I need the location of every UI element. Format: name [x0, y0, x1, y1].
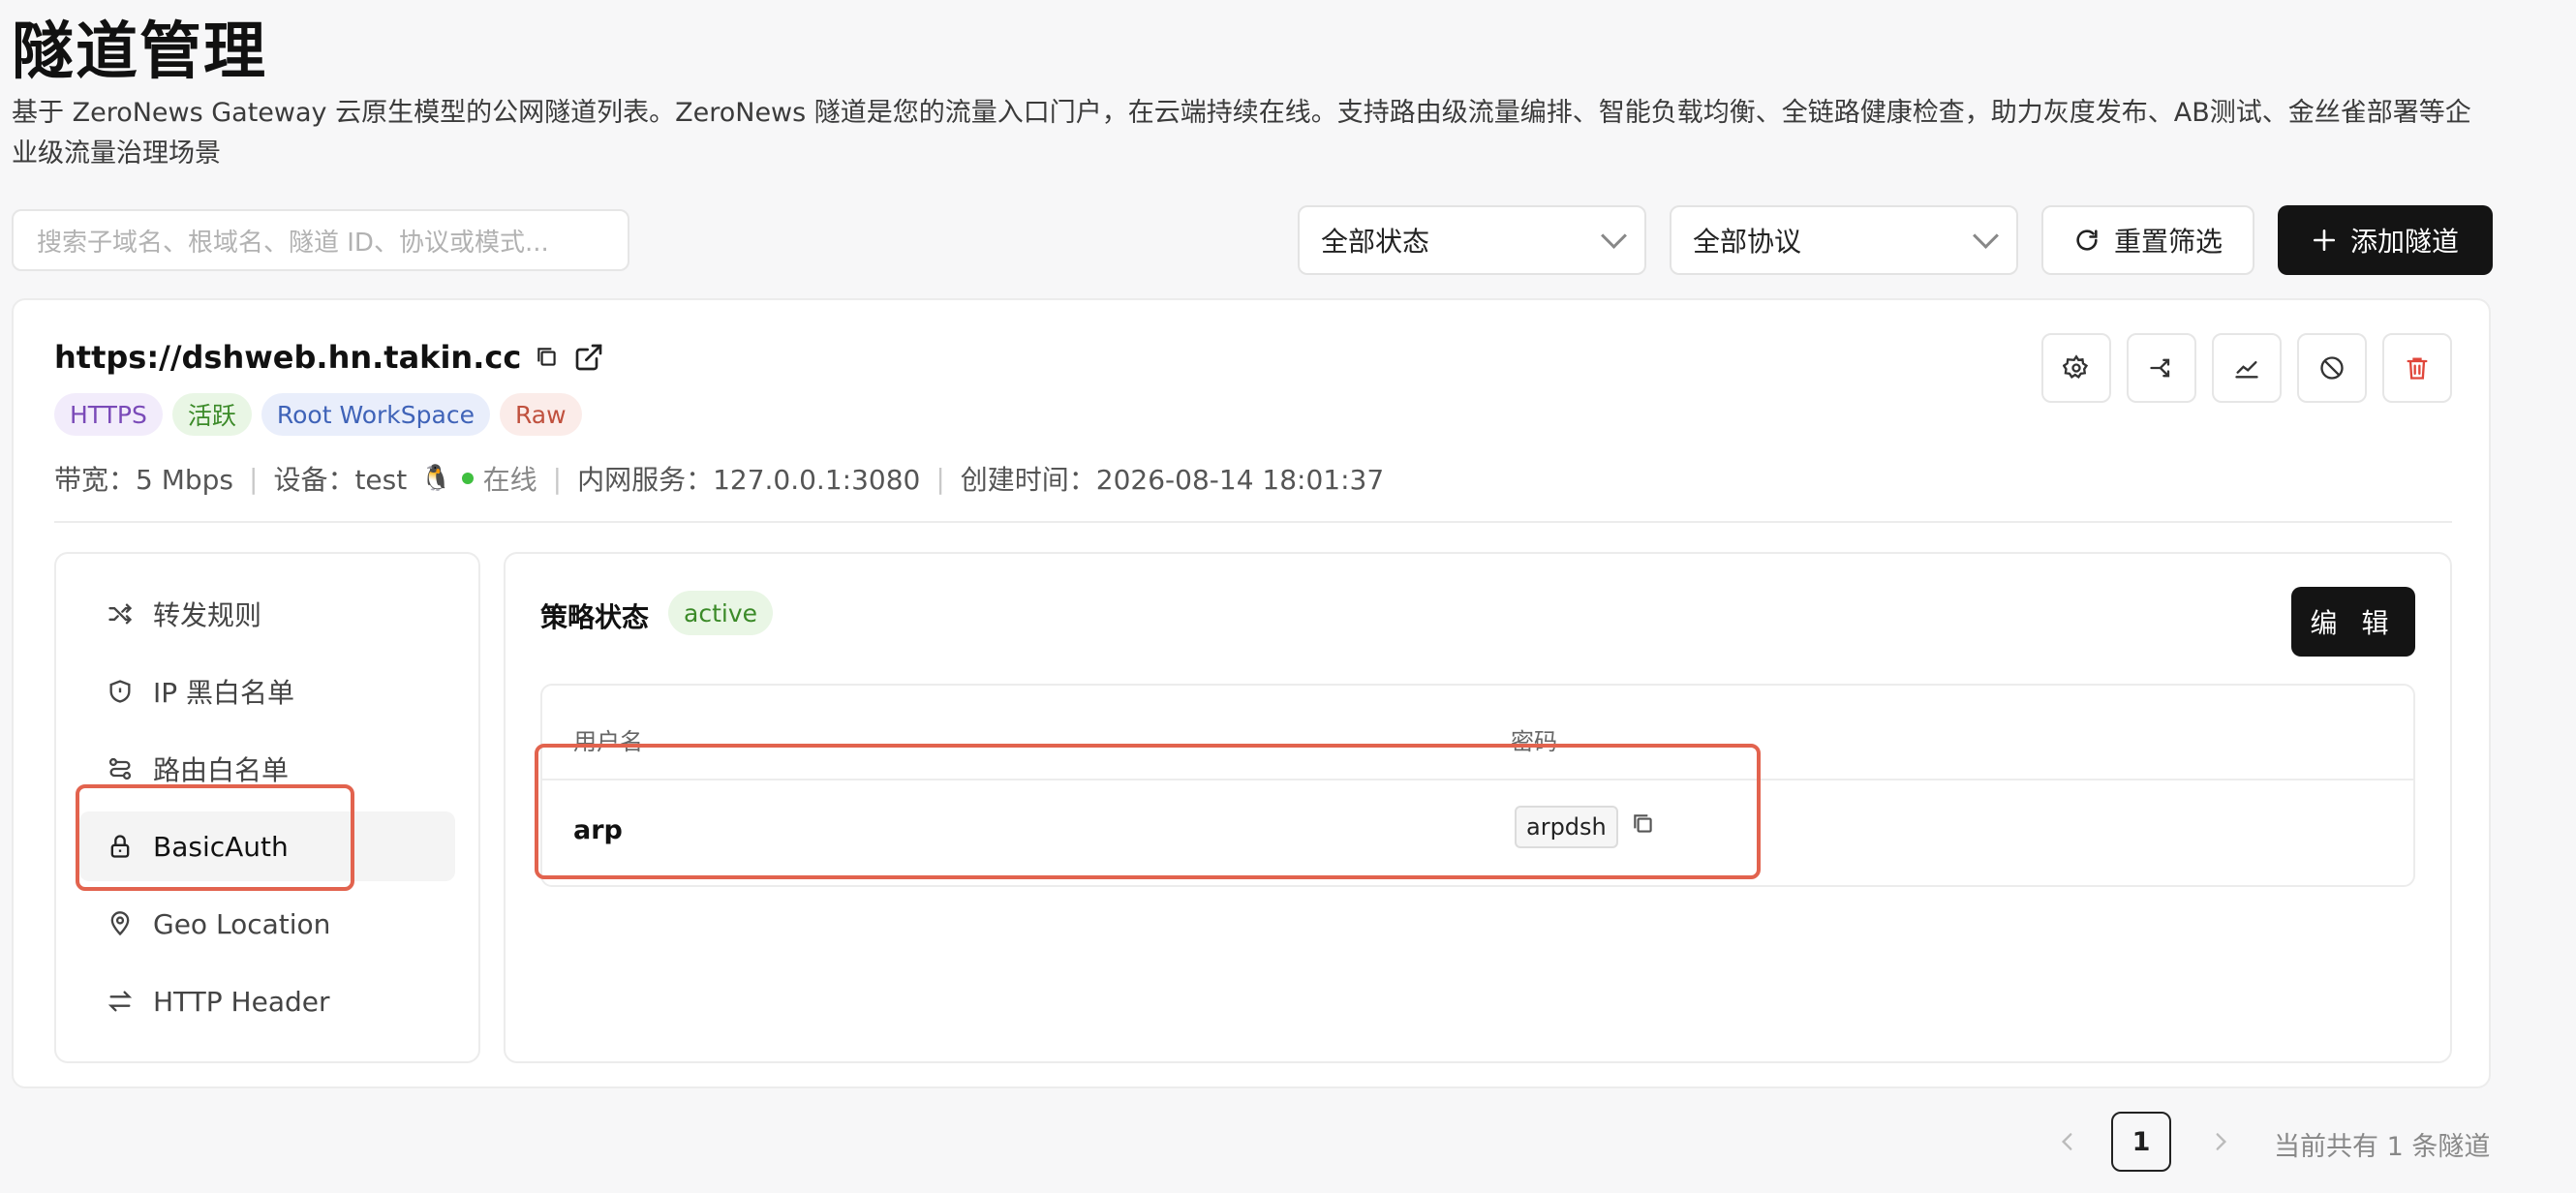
tunnel-card: https://dshweb.hn.takin.cc HTTPS 活跃 Root… — [12, 298, 2491, 1088]
page-description: 基于 ZeroNews Gateway 云原生模型的公网隧道列表。ZeroNew… — [12, 98, 2471, 168]
protocol-filter-value: 全部协议 — [1693, 226, 1802, 258]
branch-icon — [2150, 358, 2170, 378]
ban-icon — [2320, 356, 2344, 380]
reset-filters-label: 重置筛选 — [2113, 226, 2223, 258]
tag-active: 活跃 — [171, 393, 252, 436]
tunnel-url-row: https://dshweb.hn.takin.cc — [54, 339, 604, 376]
service-text: 内网服务：127.0.0.1:3080 — [577, 464, 921, 496]
external-link-icon[interactable] — [573, 342, 604, 373]
linux-icon: 🐧 — [420, 464, 452, 493]
device-text: 设备：test — [273, 464, 408, 496]
delete-button[interactable] — [2382, 333, 2452, 403]
route-button[interactable] — [2127, 333, 2196, 403]
tag-https: HTTPS — [54, 393, 163, 436]
policy-status-title: 策略状态 — [540, 601, 650, 633]
divider: | — [935, 462, 945, 495]
search-input[interactable]: 搜索子域名、根域名、隧道 ID、协议或模式... — [12, 209, 629, 271]
chevron-down-icon — [1601, 222, 1627, 249]
settings-button[interactable] — [2041, 333, 2111, 403]
online-status: 在线 — [482, 464, 537, 496]
add-tunnel-label: 添加隧道 — [2349, 226, 2459, 258]
trash-icon — [2407, 357, 2428, 380]
refresh-icon — [2076, 229, 2098, 251]
highlight-box-sidebar — [76, 784, 354, 891]
bandwidth-text: 带宽：5 Mbps — [54, 464, 234, 496]
page-number-current[interactable]: 1 — [2111, 1112, 2171, 1172]
add-tunnel-button[interactable]: 添加隧道 — [2278, 205, 2493, 275]
status-filter-select[interactable]: 全部状态 — [1298, 205, 1646, 275]
reset-filters-button[interactable]: 重置筛选 — [2041, 205, 2254, 275]
divider: | — [249, 462, 259, 495]
gear-icon — [2063, 354, 2089, 379]
tag-workspace: Root WorkSpace — [261, 393, 490, 436]
sidebar-item-label: HTTP Header — [153, 985, 330, 1018]
sidebar-item-forward-rules[interactable]: 转发规则 — [79, 579, 455, 649]
sidebar-item-label: IP 黑白名单 — [153, 677, 295, 709]
tunnel-url: https://dshweb.hn.takin.cc — [54, 339, 522, 376]
highlight-box-row — [535, 744, 1761, 879]
chevron-left-icon[interactable] — [2055, 1127, 2080, 1156]
shuffle-icon — [108, 603, 133, 625]
swap-arrows-icon — [107, 991, 133, 1012]
protocol-filter-select[interactable]: 全部协议 — [1670, 205, 2018, 275]
sidebar-item-label: Geo Location — [153, 907, 331, 940]
chevron-right-icon[interactable] — [2208, 1127, 2233, 1156]
sidebar-item-ip-list[interactable]: IP 黑白名单 — [79, 657, 455, 726]
disable-button[interactable] — [2297, 333, 2367, 403]
policy-status-badge: active — [668, 591, 773, 635]
divider: | — [552, 462, 563, 495]
edit-button[interactable]: 编 辑 — [2291, 587, 2415, 657]
plus-icon — [2313, 229, 2336, 252]
card-divider — [54, 521, 2452, 523]
tunnel-actions — [2041, 333, 2452, 403]
route-icon — [108, 757, 132, 780]
sidebar-item-label: 转发规则 — [153, 599, 262, 631]
chevron-down-icon — [1973, 222, 1999, 249]
sidebar-item-label: 路由白名单 — [153, 754, 290, 786]
created-text: 创建时间：2026-08-14 18:01:37 — [960, 464, 1385, 496]
pagination-total: 当前共有 1 条隧道 — [2274, 1132, 2491, 1162]
chart-line-icon — [2235, 361, 2258, 379]
page-title: 隧道管理 — [12, 16, 267, 88]
location-pin-icon — [110, 911, 130, 936]
copy-icon[interactable] — [535, 345, 560, 370]
analytics-button[interactable] — [2212, 333, 2282, 403]
sidebar-item-geo-location[interactable]: Geo Location — [79, 889, 455, 959]
tunnel-meta: 带宽：5 Mbps | 设备：test 🐧 在线 | 内网服务：127.0.0.… — [54, 459, 1384, 498]
online-dot-icon — [461, 473, 474, 484]
sidebar-item-http-header[interactable]: HTTP Header — [79, 966, 455, 1036]
shield-icon — [109, 680, 131, 703]
status-filter-value: 全部状态 — [1321, 226, 1430, 258]
tunnel-tags: HTTPS 活跃 Root WorkSpace Raw — [54, 393, 582, 436]
tag-raw: Raw — [499, 393, 582, 436]
search-placeholder: 搜索子域名、根域名、隧道 ID、协议或模式... — [37, 228, 549, 258]
